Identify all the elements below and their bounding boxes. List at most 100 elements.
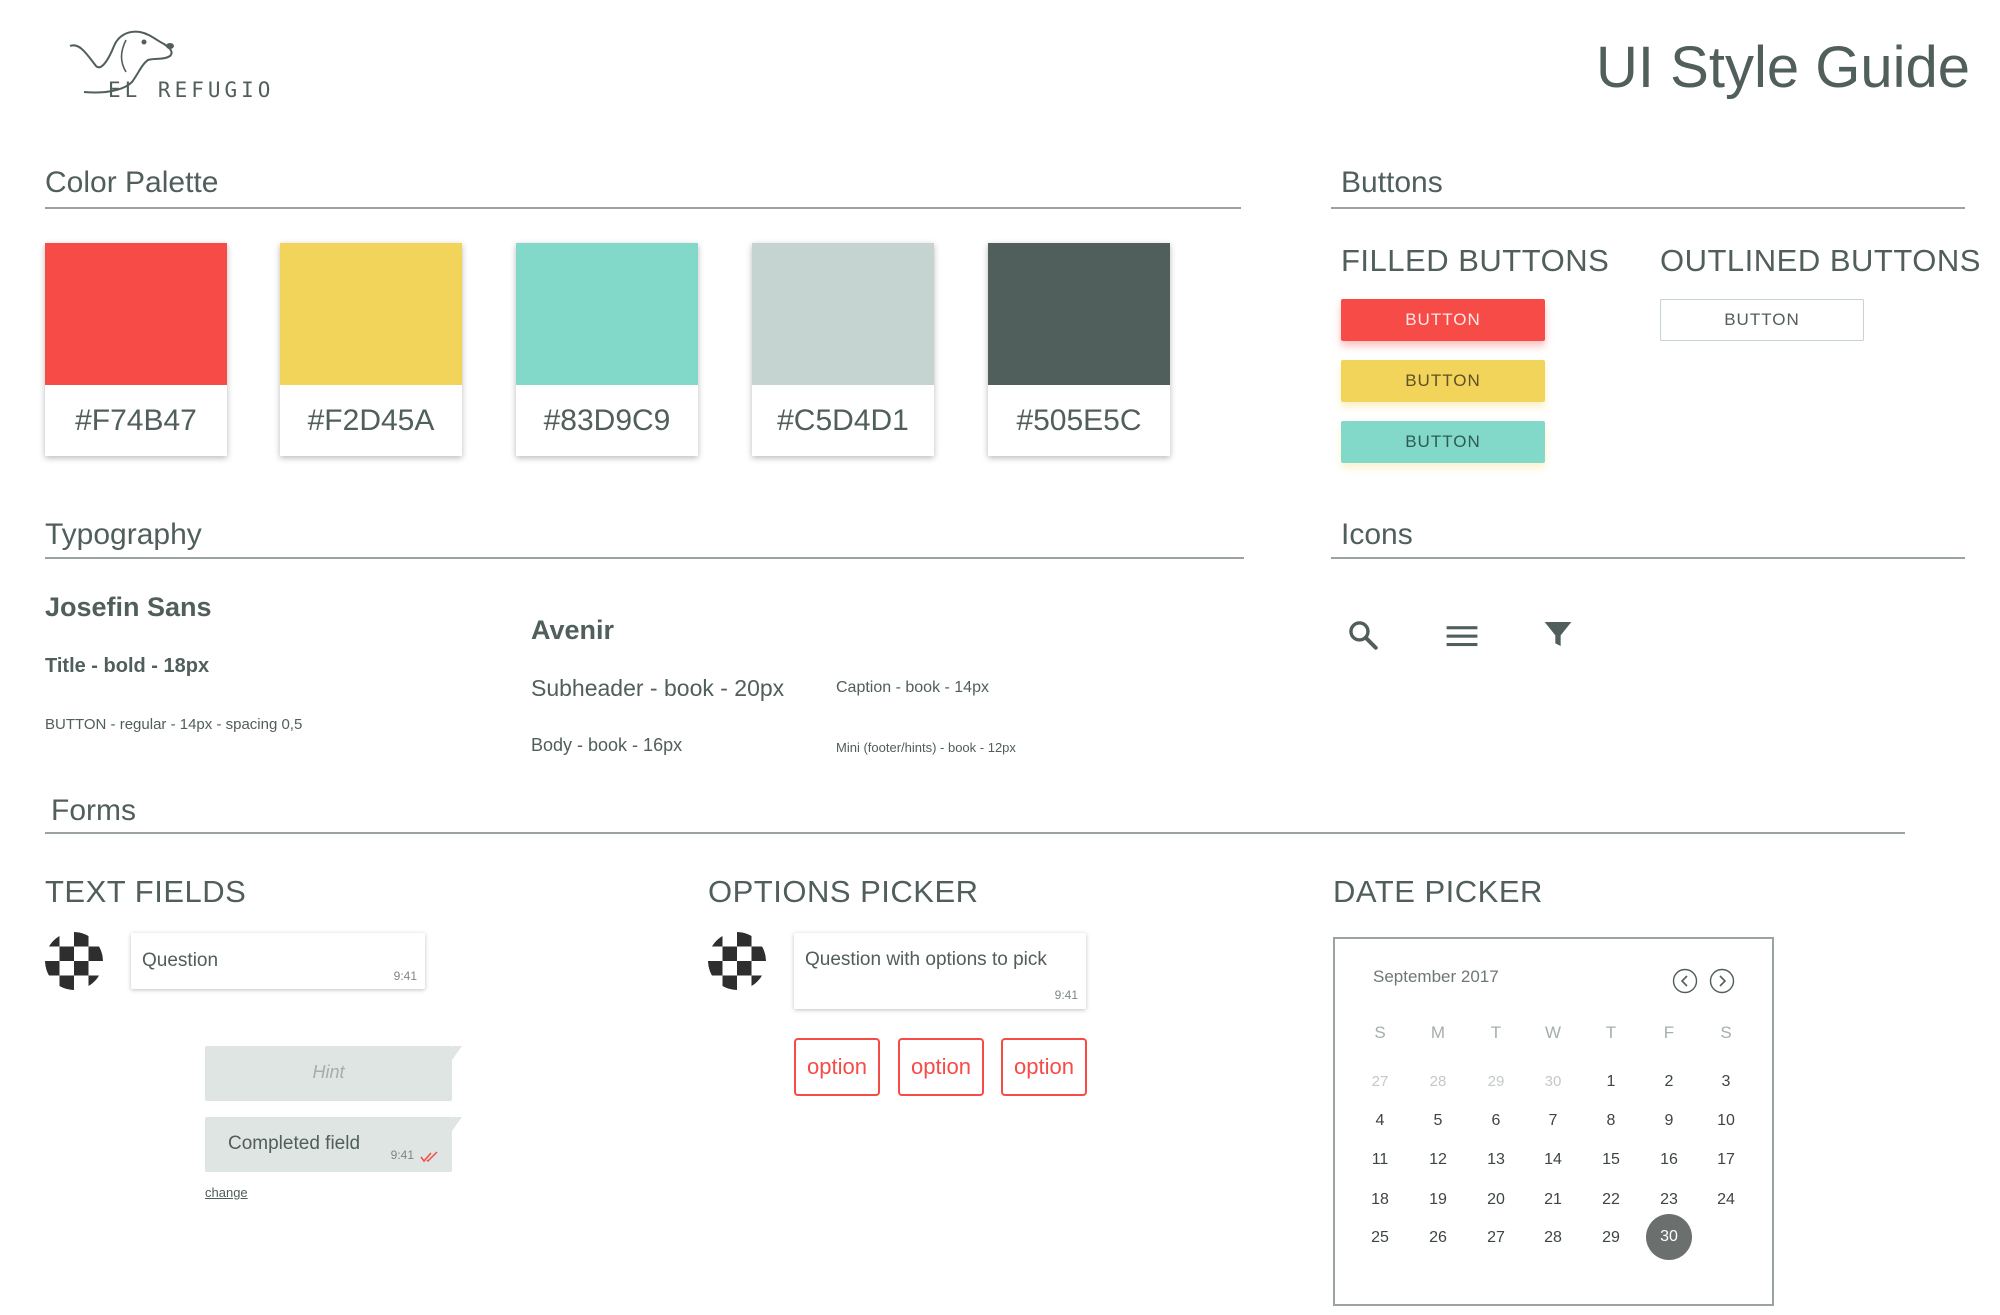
font-avenir-name: Avenir [531,615,615,645]
weekday-mon: M [1430,1023,1446,1042]
filled-button-red[interactable]: BUTTON [1341,299,1545,341]
question-time: 9:41 [393,969,417,983]
option-button-2[interactable]: option [898,1038,984,1096]
swatch-hex: #F74B47 [75,403,197,437]
calendar-day[interactable]: 7 [1533,1112,1573,1130]
option-button-3[interactable]: option [1001,1038,1087,1096]
calendar-day[interactable]: 20 [1476,1191,1516,1209]
completed-field-time: 9:41 [390,1148,414,1162]
text-fields-title: TEXT FIELDS [45,874,247,909]
checkered-avatar [45,932,103,990]
typography-divider [45,557,1244,559]
calendar: September 2017 S M T W T F S 27 28 29 30… [1333,937,1774,1306]
swatch-color [45,243,227,385]
calendar-day-prev-month[interactable]: 28 [1418,1073,1458,1090]
calendar-day[interactable]: 13 [1476,1151,1516,1169]
buttons-divider [1331,207,1965,209]
swatch-color [280,243,462,385]
font-title-spec: Title - bold - 18px [45,655,210,677]
options-picker-title: OPTIONS PICKER [708,874,979,909]
calendar-day-selected[interactable]: 30 [1646,1214,1692,1260]
calendar-day-prev-month[interactable]: 27 [1360,1073,1400,1090]
calendar-day[interactable]: 3 [1706,1073,1746,1091]
color-palette-title: Color Palette [45,166,219,199]
font-josefin-sans-name: Josefin Sans [45,592,212,622]
font-body-spec: Body - book - 16px [531,735,683,755]
hint-field[interactable]: Hint [205,1046,462,1101]
calendar-day[interactable]: 12 [1418,1151,1458,1169]
font-mini-spec: Mini (footer/hints) - book - 12px [836,740,1016,755]
calendar-day[interactable]: 14 [1533,1151,1573,1169]
calendar-day[interactable]: 28 [1533,1229,1573,1247]
swatch-hex: #C5D4D1 [777,403,909,437]
calendar-day[interactable]: 29 [1591,1229,1631,1247]
question-bubble: Question 9:41 [131,933,425,989]
filter-icon[interactable] [1542,618,1574,650]
icons-title: Icons [1341,518,1413,551]
calendar-day[interactable]: 25 [1360,1229,1400,1247]
page-title: UI Style Guide [1596,35,1970,100]
calendar-day[interactable]: 19 [1418,1191,1458,1209]
filled-button-teal[interactable]: BUTTON [1341,421,1545,463]
weekday-wed: W [1544,1023,1562,1042]
completed-field-text: Completed field [228,1133,361,1154]
font-caption-spec: Caption - book - 14px [836,679,989,696]
weekday-thu: T [1605,1023,1617,1042]
hint-placeholder: Hint [312,1062,345,1082]
swatch-dark-grey: #505E5C [988,243,1170,456]
calendar-day[interactable]: 9 [1649,1112,1689,1130]
filled-button-yellow[interactable]: BUTTON [1341,360,1545,402]
checkered-avatar [708,932,766,990]
weekday-fri: F [1663,1023,1675,1042]
calendar-day[interactable]: 26 [1418,1229,1458,1247]
swatch-color [516,243,698,385]
icons-divider [1331,557,1965,559]
weekday-sun: S [1374,1023,1386,1042]
calendar-day[interactable]: 23 [1649,1191,1689,1209]
forms-title: Forms [51,794,136,827]
calendar-day-prev-month[interactable]: 30 [1533,1073,1573,1090]
calendar-day[interactable]: 21 [1533,1191,1573,1209]
swatch-yellow: #F2D45A [280,243,462,456]
outlined-button[interactable]: BUTTON [1660,299,1864,341]
change-link[interactable]: change [205,1185,248,1200]
calendar-day-prev-month[interactable]: 29 [1476,1073,1516,1090]
calendar-day[interactable]: 1 [1591,1073,1631,1091]
calendar-day[interactable]: 22 [1591,1191,1631,1209]
calendar-month-label: September 2017 [1373,967,1499,986]
option-button-1[interactable]: option [794,1038,880,1096]
search-icon[interactable] [1346,618,1380,652]
hint-bubble-tail [452,1046,462,1060]
options-question-time: 9:41 [1054,988,1078,1002]
double-check-icon [420,1151,438,1163]
completed-field[interactable]: Completed field 9:41 [205,1117,462,1172]
chevron-right-icon[interactable] [1709,968,1735,994]
calendar-day[interactable]: 10 [1706,1112,1746,1130]
calendar-day[interactable]: 27 [1476,1229,1516,1247]
typography-title: Typography [45,518,202,551]
calendar-day[interactable]: 18 [1360,1191,1400,1209]
calendar-day[interactable]: 6 [1476,1112,1516,1130]
calendar-day[interactable]: 11 [1360,1151,1400,1169]
calendar-day[interactable]: 16 [1649,1151,1689,1169]
filled-buttons-title: FILLED BUTTONS [1341,243,1610,278]
calendar-day[interactable]: 15 [1591,1151,1631,1169]
calendar-day[interactable]: 4 [1360,1112,1400,1130]
weekday-sat: S [1720,1023,1732,1042]
brand-name: EL REFUGIO [108,78,275,102]
calendar-day[interactable]: 8 [1591,1112,1631,1130]
calendar-day[interactable]: 2 [1649,1073,1689,1091]
question-text: Question [142,950,219,971]
date-picker-title: DATE PICKER [1333,874,1543,909]
calendar-day[interactable]: 24 [1706,1191,1746,1209]
font-subheader-spec: Subheader - book - 20px [531,675,785,701]
chevron-left-icon[interactable] [1672,968,1698,994]
menu-icon[interactable] [1445,622,1479,650]
calendar-day[interactable]: 17 [1706,1151,1746,1169]
completed-bubble-tail [452,1117,462,1131]
buttons-title: Buttons [1341,166,1443,199]
color-palette-divider [45,207,1241,209]
calendar-day[interactable]: 5 [1418,1112,1458,1130]
swatch-teal: #83D9C9 [516,243,698,456]
swatch-hex: #F2D45A [307,403,435,437]
